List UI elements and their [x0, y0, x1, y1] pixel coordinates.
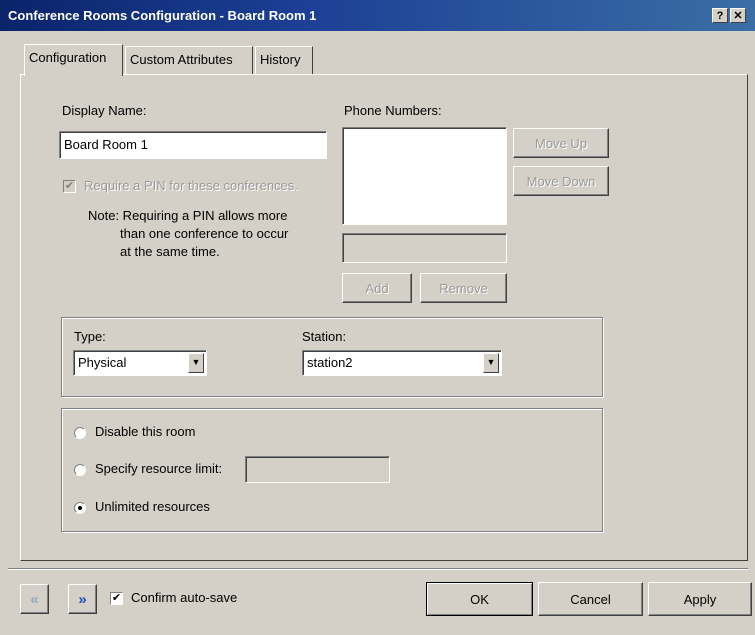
- phone-numbers-list[interactable]: [342, 127, 507, 225]
- require-pin-label: Require a PIN for these conferences.: [84, 178, 298, 193]
- chevron-down-icon[interactable]: ▼: [188, 353, 204, 373]
- specify-limit-label: Specify resource limit:: [95, 461, 223, 476]
- help-button[interactable]: ?: [712, 8, 728, 23]
- forward-nav-button[interactable]: »: [68, 584, 97, 614]
- station-label: Station:: [302, 329, 347, 344]
- tab-history[interactable]: History: [255, 46, 313, 74]
- double-chevron-left-icon: «: [30, 590, 39, 608]
- double-chevron-right-icon: »: [78, 590, 87, 608]
- chevron-down-icon[interactable]: ▼: [483, 353, 499, 373]
- display-name-input[interactable]: Board Room 1: [59, 131, 327, 159]
- type-value: Physical: [78, 355, 127, 370]
- back-nav-button[interactable]: «: [20, 584, 49, 614]
- window-title: Conference Rooms Configuration - Board R…: [8, 8, 317, 23]
- confirm-autosave-label: Confirm auto-save: [131, 590, 238, 605]
- station-dropdown[interactable]: station2 ▼: [302, 350, 502, 376]
- radio-selected-dot: [78, 506, 82, 510]
- cancel-button[interactable]: Cancel: [538, 582, 643, 616]
- type-label: Type:: [74, 329, 106, 344]
- station-value: station2: [307, 355, 353, 370]
- require-pin-checkbox[interactable]: ✔: [63, 180, 76, 193]
- type-dropdown[interactable]: Physical ▼: [73, 350, 207, 376]
- specify-limit-radio[interactable]: [74, 464, 86, 476]
- tab-custom-attributes[interactable]: Custom Attributes: [125, 46, 253, 74]
- add-button[interactable]: Add: [342, 273, 412, 303]
- disable-room-radio[interactable]: [74, 427, 86, 439]
- unlimited-resources-label: Unlimited resources: [95, 499, 210, 514]
- check-icon: ✔: [64, 180, 75, 192]
- remove-button[interactable]: Remove: [420, 273, 507, 303]
- display-name-value: Board Room 1: [64, 137, 148, 152]
- title-bar[interactable]: Conference Rooms Configuration - Board R…: [0, 0, 755, 31]
- pin-note-line3: at the same time.: [120, 244, 220, 259]
- phone-numbers-label: Phone Numbers:: [344, 103, 442, 118]
- ok-button[interactable]: OK: [426, 582, 533, 616]
- apply-button[interactable]: Apply: [648, 582, 752, 616]
- close-button[interactable]: ✕: [730, 8, 746, 23]
- disable-room-label: Disable this room: [95, 424, 196, 439]
- move-down-button[interactable]: Move Down: [513, 166, 609, 196]
- phone-number-input[interactable]: [342, 233, 507, 263]
- pin-note-line1: Note: Requiring a PIN allows more: [88, 208, 288, 223]
- resource-limit-input[interactable]: [245, 456, 390, 483]
- display-name-label: Display Name:: [62, 103, 147, 118]
- unlimited-resources-radio[interactable]: [74, 502, 86, 514]
- footer-divider: [8, 568, 748, 570]
- pin-note-line2: than one conference to occur: [120, 226, 289, 241]
- check-icon: ✔: [111, 592, 122, 604]
- confirm-autosave-checkbox[interactable]: ✔: [110, 592, 123, 605]
- dialog-window: Conference Rooms Configuration - Board R…: [0, 0, 755, 635]
- move-up-button[interactable]: Move Up: [513, 128, 609, 158]
- tab-configuration[interactable]: Configuration: [24, 44, 123, 76]
